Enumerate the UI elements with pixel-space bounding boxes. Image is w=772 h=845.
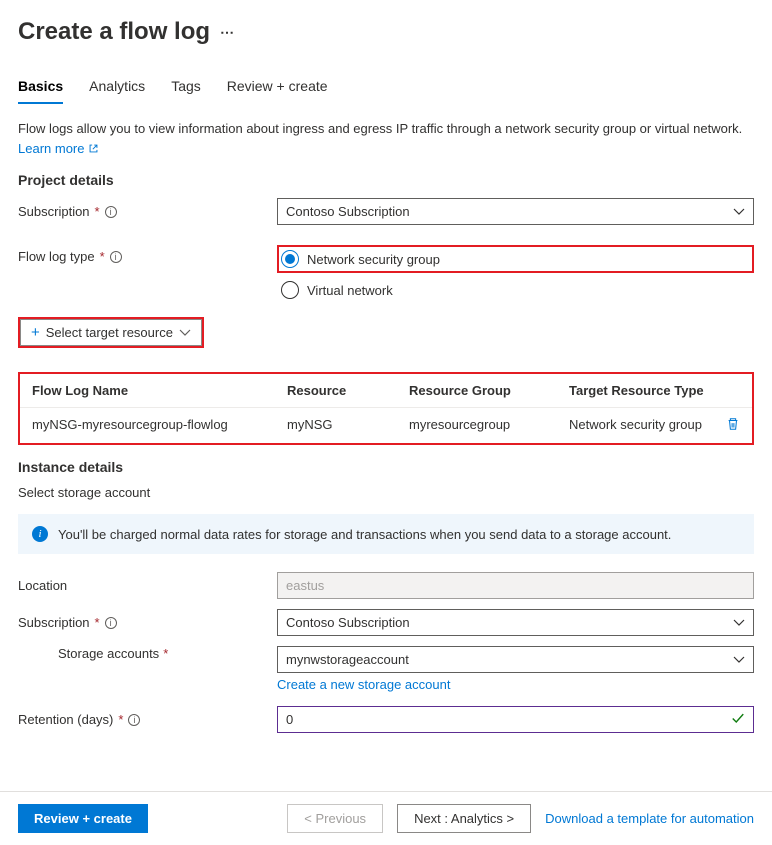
- storage-subscription-select[interactable]: Contoso Subscription: [277, 609, 754, 636]
- radio-icon: [281, 281, 299, 299]
- tab-tags[interactable]: Tags: [171, 74, 201, 104]
- review-create-button[interactable]: Review + create: [18, 804, 148, 833]
- tab-row: Basics Analytics Tags Review + create: [18, 74, 754, 105]
- label-storage-accounts: Storage accounts: [58, 646, 159, 661]
- intro-text: Flow logs allow you to view information …: [18, 119, 754, 158]
- chevron-down-icon: [733, 206, 745, 218]
- page-title: Create a flow log ⋯: [18, 18, 754, 46]
- info-icon[interactable]: i: [110, 251, 122, 263]
- learn-more-link[interactable]: Learn more: [18, 141, 99, 156]
- section-instance-details: Instance details: [18, 459, 754, 475]
- label-select-storage: Select storage account: [18, 485, 754, 500]
- location-field: eastus: [277, 572, 754, 599]
- previous-button: < Previous: [287, 804, 383, 833]
- chevron-down-icon: [733, 617, 745, 629]
- section-project-details: Project details: [18, 172, 754, 188]
- info-icon: i: [32, 526, 48, 542]
- trash-icon: [726, 417, 740, 431]
- create-storage-link[interactable]: Create a new storage account: [277, 677, 450, 692]
- tab-analytics[interactable]: Analytics: [89, 74, 145, 104]
- label-flow-log-type: Flow log type: [18, 249, 95, 264]
- col-resource: Resource: [287, 383, 409, 398]
- storage-billing-banner: i You'll be charged normal data rates fo…: [18, 514, 754, 554]
- tab-basics[interactable]: Basics: [18, 74, 63, 104]
- plus-icon: +: [31, 325, 40, 340]
- delete-row-button[interactable]: [726, 419, 740, 434]
- next-button[interactable]: Next : Analytics >: [397, 804, 531, 833]
- radio-nsg[interactable]: Network security group: [281, 250, 440, 268]
- label-retention: Retention (days): [18, 712, 113, 727]
- col-resource-group: Resource Group: [409, 383, 569, 398]
- label-storage-subscription: Subscription: [18, 615, 90, 630]
- col-target-type: Target Resource Type: [569, 383, 716, 398]
- download-template-link[interactable]: Download a template for automation: [545, 811, 754, 826]
- external-link-icon: [88, 143, 99, 154]
- tab-review-create[interactable]: Review + create: [227, 74, 328, 104]
- chevron-down-icon: [733, 654, 745, 666]
- table-row: myNSG-myresourcegroup-flowlog myNSG myre…: [20, 408, 752, 443]
- target-resource-table: Flow Log Name Resource Resource Group Ta…: [18, 372, 754, 445]
- label-location: Location: [18, 578, 67, 593]
- page-title-text: Create a flow log: [18, 18, 210, 46]
- radio-icon: [281, 250, 299, 268]
- label-subscription: Subscription: [18, 204, 90, 219]
- radio-vnet[interactable]: Virtual network: [277, 281, 754, 299]
- more-actions-icon[interactable]: ⋯: [220, 24, 235, 41]
- subscription-select[interactable]: Contoso Subscription: [277, 198, 754, 225]
- check-icon: [731, 711, 745, 728]
- chevron-down-icon: [179, 327, 191, 339]
- footer-bar: Review + create < Previous Next : Analyt…: [0, 791, 772, 845]
- storage-account-select[interactable]: mynwstorageaccount: [277, 646, 754, 673]
- retention-input[interactable]: 0: [277, 706, 754, 733]
- select-target-resource-button[interactable]: + Select target resource: [20, 319, 202, 346]
- info-icon[interactable]: i: [105, 206, 117, 218]
- col-flow-log-name: Flow Log Name: [32, 383, 287, 398]
- info-icon[interactable]: i: [128, 714, 140, 726]
- flow-log-type-radiogroup: Network security group Virtual network: [277, 245, 754, 299]
- info-icon[interactable]: i: [105, 617, 117, 629]
